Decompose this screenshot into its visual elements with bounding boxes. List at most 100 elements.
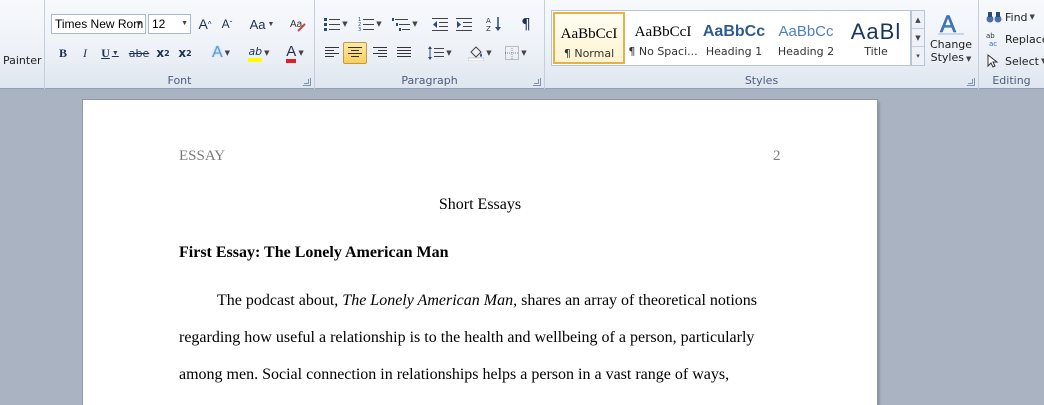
font-group-label: Font	[167, 74, 192, 87]
show-formatting-marks-button[interactable]: ¶	[515, 14, 537, 34]
font-dialog-launcher-icon[interactable]	[303, 78, 311, 86]
shrink-font-button[interactable]: Aˇ	[217, 14, 237, 34]
increase-indent-icon	[456, 18, 472, 31]
line-spacing-button[interactable]: ▼	[425, 43, 455, 63]
highlight-button[interactable]: ab ▼	[243, 43, 275, 63]
decrease-indent-icon	[432, 18, 448, 31]
style-no-spacing[interactable]: AaBbCcI ¶ No Spaci...	[627, 12, 699, 64]
replace-icon: abac	[986, 32, 997, 47]
paragraph-dialog-launcher-icon[interactable]	[533, 78, 541, 86]
chevron-down-icon: ▼	[965, 55, 972, 63]
strikethrough-button[interactable]: abe	[127, 43, 151, 63]
format-painter-button[interactable]: Painter	[3, 54, 42, 67]
section-heading: First Essay: The Lonely American Man	[179, 244, 449, 261]
grow-font-button[interactable]: A ^	[195, 14, 215, 34]
styles-gallery: AaBbCcI ¶ Normal AaBbCcI ¶ No Spaci... A…	[551, 10, 911, 66]
style-normal-sample: AaBbCcI	[560, 26, 618, 42]
paragraph-line-1: The podcast about, The Lonely American M…	[217, 292, 757, 310]
font-name-combo[interactable]: Times New Rom ▼	[51, 14, 146, 34]
multilevel-list-button[interactable]: ▼	[389, 14, 421, 34]
borders-icon	[505, 46, 520, 60]
change-styles-label-1: Change	[929, 38, 973, 51]
font-size-combo[interactable]: 12 ▼	[148, 14, 191, 34]
align-center-button[interactable]	[343, 42, 367, 64]
clear-formatting-button[interactable]: Aa	[287, 13, 309, 35]
chevron-down-icon: ▼	[342, 20, 348, 28]
replace-button[interactable]: abac Replace	[986, 30, 1044, 48]
style-title[interactable]: AaBl Title	[840, 12, 912, 64]
align-right-icon	[373, 47, 387, 57]
subscript-label: x	[156, 46, 165, 60]
paragraph-group-label: Paragraph	[401, 74, 458, 87]
text-effects-button[interactable]: A ▼	[205, 43, 237, 63]
align-center-icon	[348, 47, 362, 57]
shrink-font-icon: A	[221, 17, 230, 31]
decrease-indent-button[interactable]	[429, 14, 451, 34]
superscript-button[interactable]: x2	[175, 43, 195, 63]
chevron-down-icon: ▼	[1029, 13, 1035, 21]
font-name-value: Times New Rom	[55, 17, 144, 31]
change-styles-label-2-wrap: Styles ▼	[928, 51, 974, 66]
borders-button[interactable]: ▼	[501, 43, 531, 63]
bullets-button[interactable]: ▼	[321, 14, 351, 34]
line-1-text-b: shares an array of theoretical notions	[517, 292, 757, 309]
svg-text:Z: Z	[486, 25, 491, 32]
font-group: Times New Rom ▼ 12 ▼ A ^ Aˇ Aa ▼ Aa B I U ▼…	[45, 0, 315, 89]
change-case-button[interactable]: Aa ▼	[247, 14, 277, 34]
justify-button[interactable]	[393, 43, 415, 63]
replace-label: Replace	[1005, 32, 1044, 46]
styles-dialog-launcher-icon[interactable]	[967, 78, 975, 86]
style-normal[interactable]: AaBbCcI ¶ Normal	[553, 12, 625, 64]
change-styles-button[interactable]: A Change Styles ▼	[928, 8, 974, 72]
style-no-spacing-sample: AaBbCcI	[634, 24, 692, 40]
cursor-arrow-icon	[987, 54, 999, 68]
gallery-scroll-up-icon[interactable]: ▲	[912, 11, 924, 29]
gallery-scroll-down-icon[interactable]: ▼	[912, 29, 924, 47]
chevron-down-icon: ▼	[224, 49, 231, 57]
align-right-button[interactable]	[369, 43, 391, 63]
clipboard-group: Painter	[0, 0, 45, 89]
styles-gallery-scroller: ▲ ▼ ▾	[911, 10, 925, 66]
text-effects-icon: A	[211, 44, 223, 61]
change-styles-label-2: Styles	[930, 51, 964, 64]
document-area: ESSAY 2 Short Essays First Essay: The Lo…	[0, 90, 1044, 405]
numbering-button[interactable]: 1 2 3 ▼	[355, 14, 385, 34]
find-label: Find	[1005, 10, 1028, 24]
highlight-icon: ab	[248, 45, 263, 62]
paint-bucket-icon	[468, 46, 485, 61]
font-color-button[interactable]: A ▼	[279, 43, 311, 63]
style-normal-label: ¶ Normal	[563, 47, 615, 60]
style-heading-1[interactable]: AaBbCc Heading 1	[698, 12, 770, 64]
find-button[interactable]: Find ▼	[986, 8, 1035, 26]
style-heading-2[interactable]: AaBbCc Heading 2	[770, 12, 842, 64]
shading-button[interactable]: ▼	[465, 43, 495, 63]
chevron-down-icon: ▼	[181, 20, 188, 27]
select-button[interactable]: Select ▼	[986, 52, 1044, 70]
page-number: 2	[773, 148, 781, 164]
style-title-sample: AaBl	[850, 19, 902, 44]
clear-formatting-icon: Aa	[290, 19, 306, 32]
change-case-icon: Aa	[249, 16, 266, 32]
subscript-button[interactable]: x2	[153, 43, 173, 63]
chevron-down-icon: ▼	[412, 20, 418, 28]
italic-button[interactable]: I	[75, 43, 95, 63]
down-arrow-icon: ˇ	[229, 19, 233, 29]
sort-button[interactable]: AZ	[483, 14, 505, 34]
justify-icon	[397, 47, 411, 57]
superscript-label: x	[178, 46, 187, 60]
grow-font-icon: A	[198, 16, 208, 32]
numbering-icon: 123	[358, 17, 375, 31]
document-page[interactable]: ESSAY 2 Short Essays First Essay: The Lo…	[83, 100, 877, 405]
bold-button[interactable]: B	[53, 43, 73, 63]
editing-group: Find▼ abac Replace Select▼ Editing	[979, 0, 1044, 89]
chevron-down-icon: ▼	[136, 20, 143, 27]
align-left-button[interactable]	[321, 43, 343, 63]
increase-indent-button[interactable]	[453, 14, 475, 34]
gallery-more-icon[interactable]: ▾	[912, 47, 924, 65]
line-1-text-a: The podcast about,	[217, 292, 343, 309]
underline-button[interactable]: U ▼	[97, 43, 123, 63]
multilevel-list-icon	[392, 18, 411, 31]
superscript-marker-icon: 2	[186, 48, 192, 58]
sort-icon: AZ	[486, 17, 501, 32]
podcast-title: The Lonely American Man,	[342, 292, 518, 309]
